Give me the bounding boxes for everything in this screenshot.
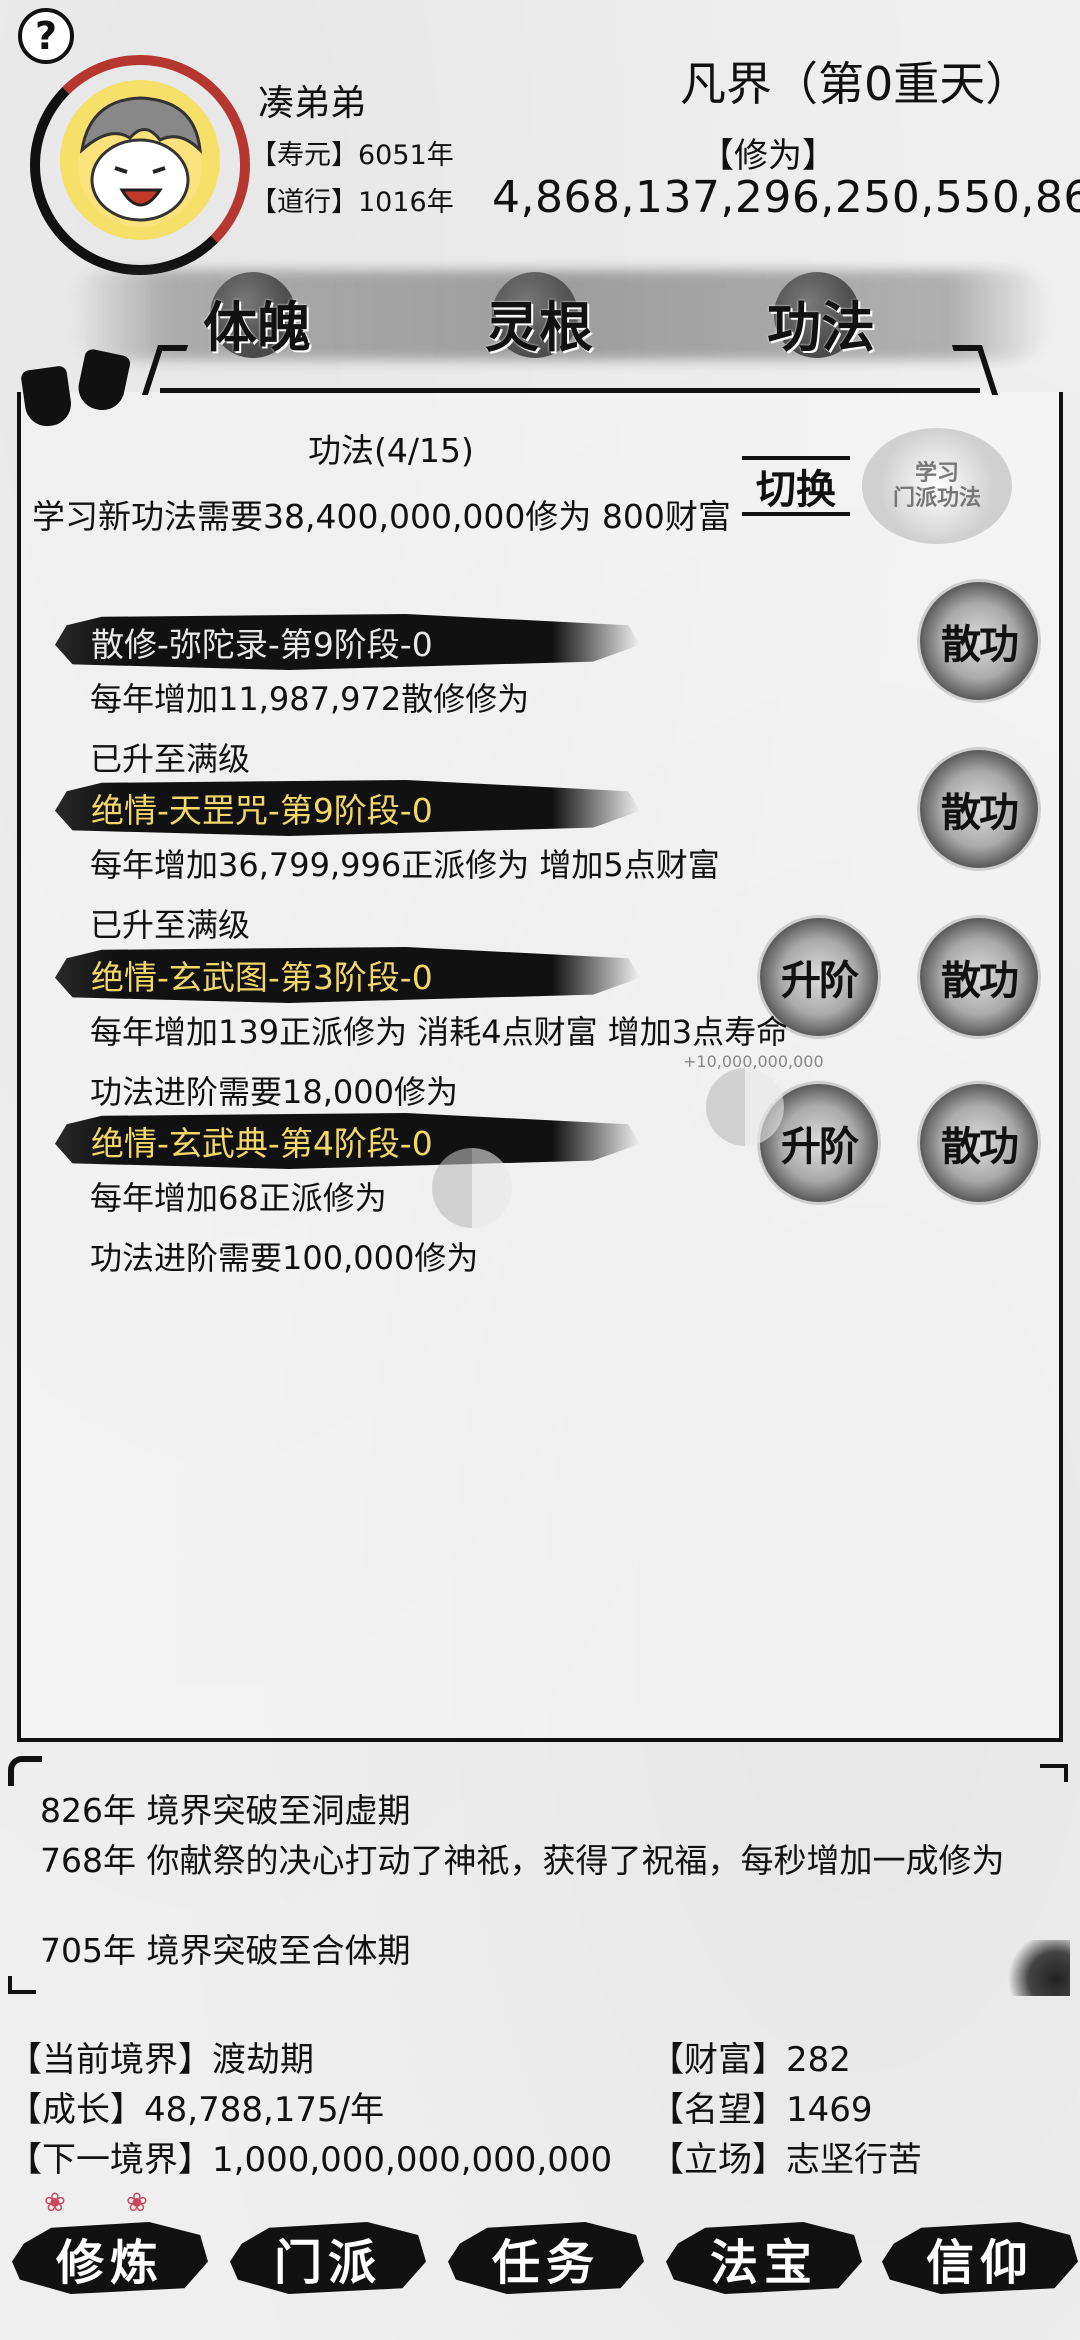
tab-techniques[interactable]: 功法 xyxy=(736,272,906,372)
fame-stat: 【名望】1469 xyxy=(650,2090,873,2130)
disperse-button[interactable]: 散功 xyxy=(920,1084,1038,1202)
technique-name: 绝情-天罡咒-第9阶段-0 xyxy=(55,780,640,836)
disperse-button[interactable]: 散功 xyxy=(920,582,1038,700)
dao-stat: 【道行】1016年 xyxy=(250,187,454,218)
technique-status: 已升至满级 xyxy=(90,906,251,944)
next-realm-stat: 【下一境界】1,000,000,000,000,000 xyxy=(8,2140,613,2180)
disperse-button[interactable]: 散功 xyxy=(920,750,1038,868)
nav-quests[interactable]: 任务 xyxy=(448,2210,644,2306)
cultivation-label: 【修为】 xyxy=(700,136,836,176)
technique-name: 绝情-玄武典-第4阶段-0 xyxy=(55,1113,640,1169)
learn-requirement-text: 学习新功法需要38,400,000,000修为 800财富 xyxy=(32,497,731,536)
growth-stat: 【成长】48,788,175/年 xyxy=(8,2090,385,2130)
yinyang-icon xyxy=(432,1148,512,1228)
log-entry: 768年 你献祭的决心打动了神祇，获得了祝福，每秒增加一成修为 xyxy=(40,1841,1005,1880)
yinyang-icon xyxy=(706,1068,784,1146)
wealth-stat: 【财富】282 xyxy=(650,2040,851,2080)
log-entry: 826年 境界突破至洞虚期 xyxy=(40,1791,411,1830)
log-entry: 705年 境界突破至合体期 xyxy=(40,1931,411,1970)
avatar[interactable] xyxy=(60,80,220,240)
help-button[interactable]: ? xyxy=(18,8,74,64)
technique-name: 散修-弥陀录-第9阶段-0 xyxy=(55,614,640,670)
cultivation-value: 4,868,137,296,250,550,862 xyxy=(492,172,1080,223)
switch-label: 切换 xyxy=(756,466,836,513)
upgrade-button[interactable]: 升阶 xyxy=(760,918,878,1036)
technique-effect: 每年增加68正派修为 xyxy=(90,1179,387,1217)
learn-sect-label: 学习 xyxy=(914,459,959,486)
opera-masks-icon xyxy=(20,347,134,429)
tab-spirit-root[interactable]: 灵根 xyxy=(454,272,624,372)
avatar-face-icon xyxy=(78,96,202,227)
nav-sect[interactable]: 门派 xyxy=(230,2210,426,2306)
tab-label: 功法 xyxy=(767,294,875,359)
techniques-count: 功法(4/15) xyxy=(308,431,474,470)
tab-label: 灵根 xyxy=(485,294,593,359)
event-log[interactable]: 826年 境界突破至洞虚期 768年 你献祭的决心打动了神祇，获得了祝福，每秒增… xyxy=(10,1756,1070,1996)
nav-treasures[interactable]: 法宝 xyxy=(666,2210,862,2306)
lifespan-stat: 【寿元】6051年 xyxy=(250,140,454,171)
technique-effect: 每年增加11,987,972散修修为 xyxy=(90,680,530,718)
technique-status: 已升至满级 xyxy=(90,740,251,778)
switch-button[interactable]: 切换 xyxy=(742,446,850,526)
learn-sect-technique-button[interactable]: 学习 门派功法 xyxy=(862,428,1012,544)
technique-advance-req: 功法进阶需要100,000修为 xyxy=(90,1239,479,1277)
learn-sect-label: 门派功法 xyxy=(892,485,981,511)
nav-faith[interactable]: 信仰 xyxy=(882,2210,1078,2306)
realm-title: 凡界（第0重天） xyxy=(680,57,1032,111)
nav-cultivate[interactable]: 修炼 xyxy=(12,2210,208,2306)
panel-top-border xyxy=(160,388,980,396)
technique-effect: 每年增加139正派修为 消耗4点财富 增加3点寿命 xyxy=(90,1013,789,1051)
technique-advance-req: 功法进阶需要18,000修为 xyxy=(90,1073,458,1111)
technique-name: 绝情-玄武图-第3阶段-0 xyxy=(55,947,640,1003)
disperse-button[interactable]: 散功 xyxy=(920,918,1038,1036)
tab-label: 体魄 xyxy=(203,294,311,359)
tab-physique[interactable]: 体魄 xyxy=(172,272,342,372)
stance-stat: 【立场】志坚行苦 xyxy=(650,2140,922,2180)
player-name: 凑弟弟 xyxy=(258,83,367,124)
technique-effect: 每年增加36,799,996正派修为 增加5点财富 xyxy=(90,846,720,884)
current-realm-stat: 【当前境界】渡劫期 xyxy=(8,2040,314,2080)
